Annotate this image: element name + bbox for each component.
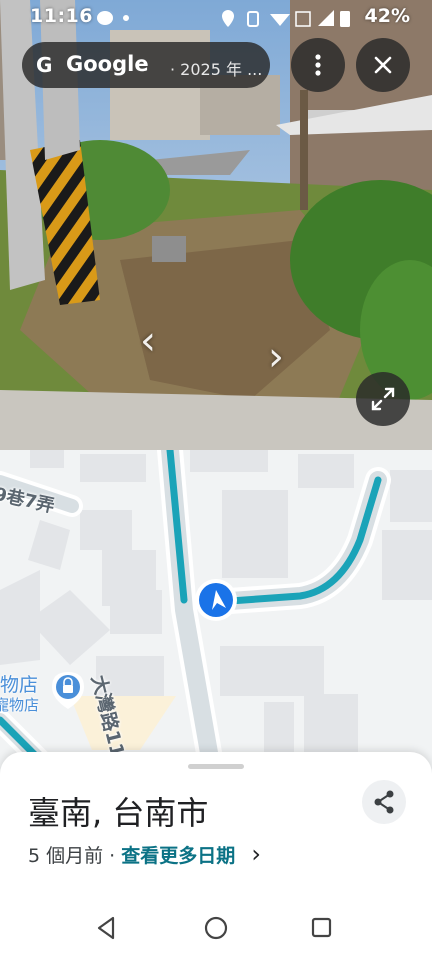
- status-time: 11:16: [30, 5, 93, 27]
- fullscreen-button[interactable]: [356, 372, 410, 426]
- status-bar: 11:16 42%: [0, 0, 432, 36]
- more-vert-icon: [315, 54, 321, 76]
- capture-info: 5 個月前 · 查看更多日期 ›: [28, 840, 261, 868]
- map-view[interactable]: 9巷7弄 大灣路119巷2 物店 寵物店: [0, 450, 432, 780]
- street-view-header-chip[interactable]: G Google · 2025 年 ...: [22, 42, 270, 88]
- close-button[interactable]: [356, 38, 410, 92]
- poi-label-name[interactable]: 物店: [0, 670, 38, 697]
- brand-label: Google: [66, 52, 149, 76]
- pan-right-arrow[interactable]: ›: [268, 334, 284, 380]
- expand-icon: [371, 387, 395, 411]
- chevron-right-icon[interactable]: ›: [251, 840, 261, 868]
- capture-date-label: · 2025 年 ...: [170, 60, 263, 79]
- close-icon: [374, 56, 392, 74]
- more-options-button[interactable]: [291, 38, 345, 92]
- back-icon[interactable]: [94, 914, 118, 942]
- google-g-icon: G: [36, 53, 53, 77]
- poi-label-category[interactable]: 寵物店: [0, 694, 39, 715]
- share-icon: [374, 790, 394, 814]
- system-nav-bar: [0, 900, 432, 960]
- street-view-panorama[interactable]: 11:16 42% G Google · 2025 年 ... ‹ ›: [0, 0, 432, 450]
- battery-percent: 42%: [364, 5, 410, 27]
- recents-icon[interactable]: [310, 914, 334, 942]
- share-button[interactable]: [362, 780, 406, 824]
- pan-left-arrow[interactable]: ‹: [140, 318, 156, 364]
- time-ago: 5 個月前 ·: [28, 845, 122, 867]
- place-title: 臺南, 台南市: [28, 794, 209, 832]
- map-canvas: [0, 450, 432, 780]
- drag-handle[interactable]: [188, 764, 244, 769]
- see-more-dates-link[interactable]: 查看更多日期: [121, 845, 235, 867]
- home-icon[interactable]: [202, 914, 230, 942]
